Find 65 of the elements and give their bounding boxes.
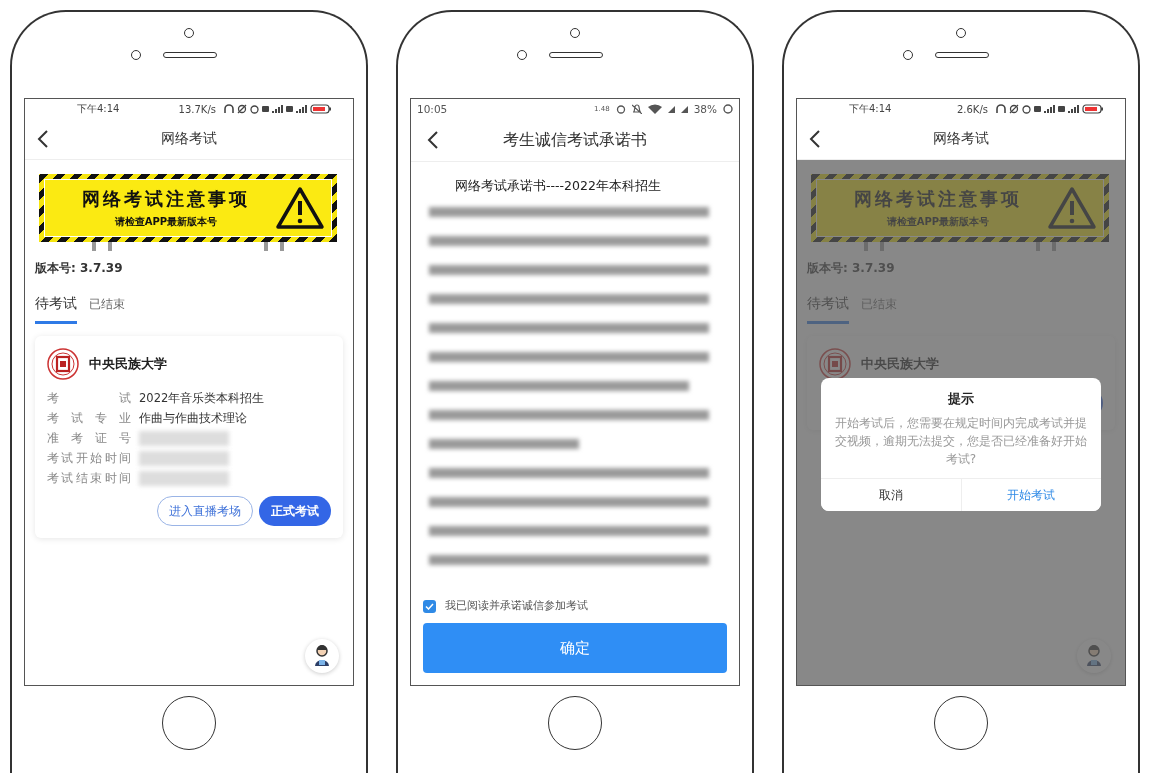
signal-icon	[272, 104, 283, 114]
version-label: 版本号: 3.7.39	[35, 260, 124, 277]
battery-icon	[723, 104, 733, 114]
field-label: 考试开始时间	[47, 450, 131, 466]
hd-icon	[262, 104, 269, 114]
speaker-grille	[163, 52, 217, 58]
speaker-grille	[935, 52, 989, 58]
agreement-label: 我已阅读并承诺诚信参加考试	[445, 599, 588, 613]
school-name: 中央民族大学	[861, 355, 939, 373]
battery-icon	[310, 104, 331, 114]
hd-icon	[1058, 104, 1065, 114]
mute-icon	[631, 104, 642, 114]
live-room-button[interactable]: 进入直播考场	[157, 496, 253, 526]
field-value: 作曲与作曲技术理论	[139, 410, 247, 426]
field-label: 考试	[47, 390, 131, 406]
tab[interactable]: 待考试	[35, 295, 77, 324]
back-icon[interactable]	[37, 130, 49, 148]
banner-note: 请检查APP最新版本号	[886, 215, 990, 229]
tab[interactable]: 已结束	[89, 296, 125, 324]
cancel-button[interactable]: 取消	[821, 479, 962, 511]
hd-icon	[1034, 104, 1041, 114]
field-label: 考试结束时间	[47, 470, 131, 486]
page-title: 考生诚信考试承诺书	[503, 129, 647, 149]
status-time: 下午4:14	[77, 102, 120, 116]
field-label: 准考证号	[47, 430, 131, 446]
network-speed: 2.6K/s	[956, 103, 988, 115]
warning-icon	[275, 186, 325, 230]
banner-note: 请检查APP最新版本号	[114, 215, 218, 229]
headphone-icon	[996, 104, 1006, 114]
hd-icon	[286, 104, 293, 114]
dialog-title: 提示	[947, 390, 975, 408]
signal-icon	[1068, 104, 1079, 114]
mute-icon	[237, 104, 247, 114]
headphone-icon	[224, 104, 234, 114]
school-emblem-icon	[47, 348, 79, 380]
page-title: 网络考试	[933, 130, 989, 146]
banner-heading: 网络考试注意事项	[854, 187, 1022, 211]
customer-service-button[interactable]	[305, 639, 339, 673]
alarm-icon	[250, 104, 259, 114]
status-time: 10:05	[417, 103, 448, 115]
page-title: 网络考试	[161, 130, 217, 146]
start-exam-button[interactable]: 正式考试	[259, 496, 331, 526]
field-label: 考试专业	[47, 410, 131, 426]
alarm-icon	[615, 104, 626, 114]
dialog-message: 开始考试后，您需要在规定时间内完成考试并提交视频，逾期无法提交，您是否已经准备好开始考试?	[834, 415, 1088, 468]
agent-icon	[313, 644, 331, 668]
school-name: 中央民族大学	[89, 355, 167, 373]
wifi-icon	[647, 104, 662, 114]
speaker-grille	[549, 52, 603, 58]
banner-heading: 网络考试注意事项	[82, 187, 250, 211]
back-icon[interactable]	[427, 131, 439, 149]
battery-percent: 38%	[693, 103, 717, 115]
confirm-button[interactable]: 确定	[423, 623, 727, 673]
signal-icon	[296, 104, 307, 114]
status-time: 下午4:14	[849, 102, 892, 116]
back-icon[interactable]	[809, 130, 821, 148]
document-title: 网络考试承诺书----2022年本科招生	[455, 178, 662, 195]
field-value: 2022年音乐类本科招生	[139, 390, 265, 406]
alarm-icon	[1022, 104, 1031, 114]
mute-icon	[1009, 104, 1019, 114]
signal-icon	[1044, 104, 1055, 114]
version-label: 版本号: 3.7.39	[807, 260, 896, 277]
battery-icon	[1082, 104, 1103, 114]
checkbox[interactable]	[423, 599, 436, 613]
network-speed: 13.7K/s	[178, 103, 216, 115]
